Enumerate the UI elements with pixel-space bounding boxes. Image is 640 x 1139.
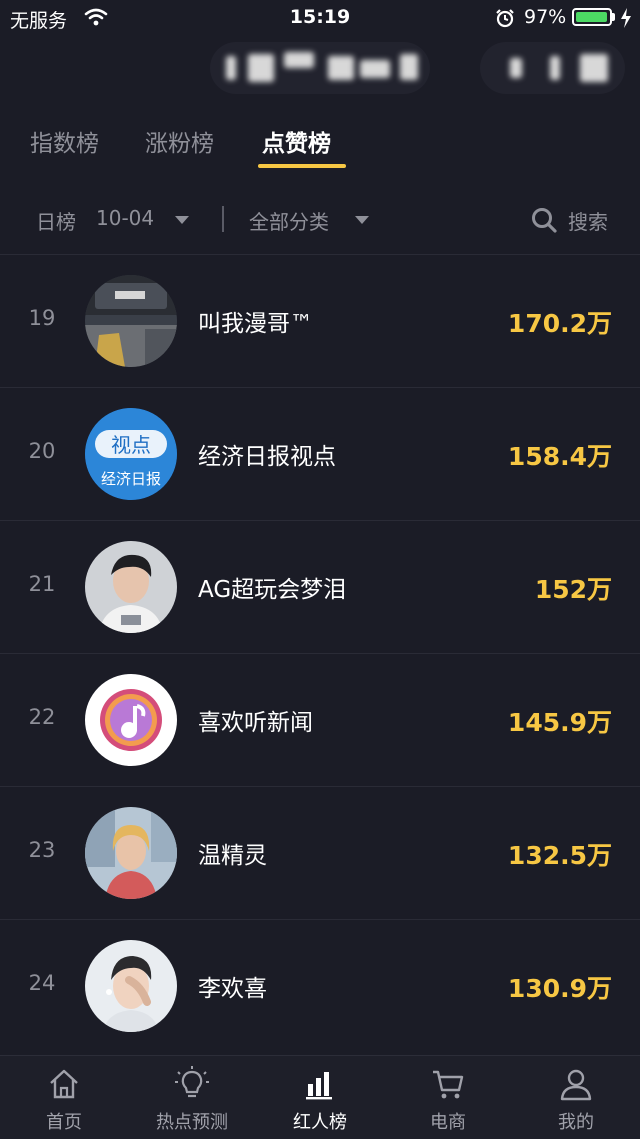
like-count: 132.5万 <box>507 841 612 870</box>
status-bar: 无服务 15:19 97% <box>0 0 640 36</box>
avatar[interactable] <box>85 674 177 766</box>
nav-label: 热点预测 <box>156 1112 228 1133</box>
list-item[interactable]: 21 AG超玩会梦泪 152万 <box>0 521 640 654</box>
rank-number: 20 <box>28 439 56 463</box>
avatar[interactable] <box>85 275 177 367</box>
nav-label: 首页 <box>46 1112 82 1133</box>
list-item[interactable]: 19 叫我漫哥™ 170.2万 <box>0 255 640 388</box>
like-count: 158.4万 <box>507 442 612 471</box>
avatar[interactable] <box>85 940 177 1032</box>
nav-ranking[interactable]: 红人榜 <box>256 1056 384 1139</box>
svg-text:经济日报: 经济日报 <box>101 470 161 488</box>
rank-number: 21 <box>28 572 56 596</box>
avatar[interactable]: 视点 经济日报 <box>85 408 177 500</box>
bottom-nav: 首页 热点预测 红人榜 电商 我的 <box>0 1055 640 1139</box>
svg-text:视点: 视点 <box>111 433 151 457</box>
list-item[interactable]: 22 喜欢听新闻 145.9万 <box>0 654 640 787</box>
alarm-icon <box>495 8 515 32</box>
date-selector[interactable]: 10-04 <box>96 206 154 230</box>
user-icon <box>558 1066 594 1102</box>
nav-label: 红人榜 <box>293 1112 347 1133</box>
active-tab-indicator <box>258 164 346 168</box>
tab-index[interactable]: 指数榜 <box>30 124 99 158</box>
period-selector[interactable]: 日榜 <box>36 206 76 235</box>
charging-bolt-icon <box>620 8 632 32</box>
battery-icon <box>572 8 612 26</box>
creator-name: 喜欢听新闻 <box>198 710 313 736</box>
header-title-obscured <box>210 42 430 94</box>
chevron-down-icon[interactable] <box>355 216 369 224</box>
filter-divider <box>222 206 224 232</box>
nav-home[interactable]: 首页 <box>0 1056 128 1139</box>
filter-bar: 日榜 10-04 全部分类 搜索 <box>0 196 640 244</box>
nav-label: 我的 <box>558 1112 594 1133</box>
list-item[interactable]: 20 视点 经济日报 经济日报视点 158.4万 <box>0 388 640 521</box>
creator-name: AG超玩会梦泪 <box>198 577 347 603</box>
cart-icon <box>430 1066 466 1102</box>
rank-number: 24 <box>28 971 56 995</box>
bar-chart-icon <box>302 1066 338 1102</box>
battery-tip <box>612 13 615 21</box>
avatar[interactable] <box>85 541 177 633</box>
like-count: 145.9万 <box>507 708 612 737</box>
like-count: 170.2万 <box>507 309 612 338</box>
nav-hot-prediction[interactable]: 热点预测 <box>128 1056 256 1139</box>
nav-profile[interactable]: 我的 <box>512 1056 640 1139</box>
rank-number: 22 <box>28 705 56 729</box>
lightbulb-icon <box>174 1066 210 1102</box>
creator-name: 叫我漫哥™ <box>198 311 313 337</box>
list-item[interactable]: 23 温精灵 132.5万 <box>0 787 640 920</box>
rank-number: 23 <box>28 838 56 862</box>
avatar[interactable] <box>85 807 177 899</box>
like-count: 152万 <box>534 575 612 604</box>
list-item[interactable]: 24 李欢喜 130.9万 <box>0 920 640 1053</box>
category-selector[interactable]: 全部分类 <box>249 206 329 235</box>
nav-ecommerce[interactable]: 电商 <box>384 1056 512 1139</box>
tab-followers[interactable]: 涨粉榜 <box>145 124 214 158</box>
home-icon <box>46 1066 82 1102</box>
creator-name: 李欢喜 <box>198 976 267 1002</box>
battery-percent: 97% <box>524 6 567 28</box>
nav-label: 电商 <box>430 1112 466 1133</box>
search-button[interactable]: 搜索 <box>568 206 608 235</box>
header-action-obscured[interactable] <box>480 42 625 94</box>
like-count: 130.9万 <box>507 974 612 1003</box>
search-icon[interactable] <box>530 206 558 239</box>
chevron-down-icon[interactable] <box>175 216 189 224</box>
creator-name: 温精灵 <box>198 843 267 869</box>
rank-number: 19 <box>28 306 56 330</box>
tab-likes[interactable]: 点赞榜 <box>262 124 331 158</box>
creator-name: 经济日报视点 <box>198 444 336 470</box>
battery-level <box>576 12 607 22</box>
